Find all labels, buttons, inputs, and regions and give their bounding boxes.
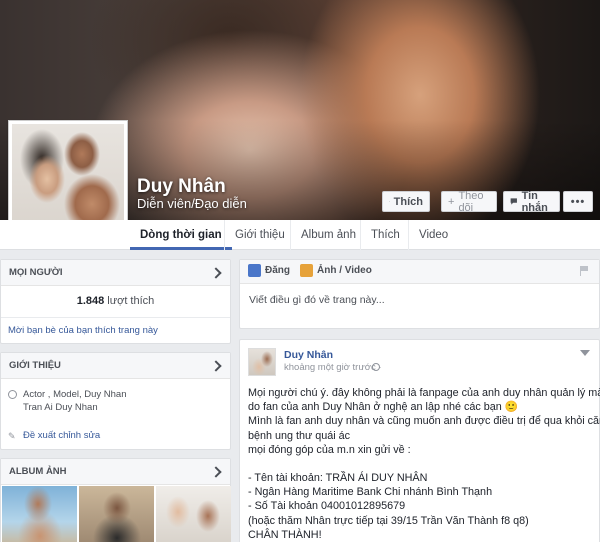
tab-about[interactable]: Giới thiệu	[224, 220, 295, 250]
message-button-label: Tin nhắn	[521, 189, 548, 214]
album-photo[interactable]	[2, 486, 77, 542]
page-title[interactable]: Duy Nhân	[137, 176, 226, 198]
tab-videos[interactable]: Video	[408, 220, 458, 250]
about-line: Tran Ai Duy Nhan	[23, 402, 98, 413]
follow-button[interactable]: + Theo dõi	[441, 189, 497, 214]
post-line: - Tên tài khoản: TRẦN ÁI DUY NHÂN	[248, 472, 428, 485]
invite-friends-link[interactable]: Mời bạn bè của bạn thích trang này	[8, 325, 158, 336]
tab-likes[interactable]: Thích	[360, 220, 410, 250]
composer-tab-photo-label: Ảnh / Video	[317, 265, 372, 276]
divider	[1, 317, 230, 318]
thumbs-up-icon	[389, 201, 390, 202]
post-line: - Ngân Hàng Maritime Bank Chi nhánh Bình…	[248, 486, 493, 499]
page-category: Diễn viên/Đạo diễn	[137, 196, 247, 211]
post-line: CHÂN THÀNH!	[248, 528, 322, 541]
post-line: bệnh ung thư quái ác	[248, 429, 351, 442]
album-photo[interactable]	[79, 486, 154, 542]
post-line: mọi đóng góp của m.n xin gửi về :	[248, 443, 411, 456]
chevron-right-icon	[210, 359, 222, 372]
album-photo[interactable]	[156, 486, 231, 542]
about-card: GIỚI THIỆU Actor , Model, Duy Nhan Tran …	[0, 352, 231, 450]
like-count-label: lượt thích	[107, 295, 155, 307]
post-body: Mọi người chú ý. đây không phải là fanpa…	[248, 386, 600, 542]
suggest-edit-link[interactable]: Đề xuất chỉnh sửa	[23, 430, 100, 441]
album-card-header[interactable]: ALBUM ẢNH	[1, 459, 230, 485]
composer-input[interactable]: Viết điều gì đó về trang này...	[249, 294, 385, 306]
plus-icon: +	[448, 195, 455, 208]
like-button[interactable]: Thích	[382, 191, 430, 212]
info-icon	[8, 390, 17, 399]
like-count-number: 1.848	[76, 295, 105, 307]
message-icon	[510, 198, 517, 205]
chevron-down-icon[interactable]	[580, 350, 590, 356]
album-card-title: ALBUM ẢNH	[9, 466, 67, 477]
tab-timeline[interactable]: Dòng thời gian	[130, 220, 232, 250]
more-options-button[interactable]: •••	[563, 191, 593, 212]
pencil-icon	[248, 264, 261, 277]
chevron-right-icon	[210, 465, 222, 478]
avatar[interactable]	[248, 348, 276, 376]
post-author[interactable]: Duy Nhân	[284, 349, 333, 361]
timeline-post: Duy Nhân khoảng một giờ trước · Mọi ngườ…	[239, 339, 600, 542]
composer-tabs: Đăng Ảnh / Video	[240, 260, 599, 284]
about-card-title: GIỚI THIỆU	[9, 360, 61, 371]
photo-album-card: ALBUM ẢNH	[0, 458, 231, 542]
message-button[interactable]: Tin nhắn	[503, 189, 560, 214]
photo-icon	[300, 264, 313, 277]
composer-tab-photo[interactable]: Ảnh / Video	[300, 264, 372, 277]
post-composer: Đăng Ảnh / Video Viết điều gì đó về tran…	[239, 259, 600, 329]
like-count: 1.848 lượt thích	[1, 295, 230, 307]
post-line: Mình là fan anh duy nhân và cũng muốn an…	[248, 415, 600, 428]
post-line: (hoặc thăm Nhân trực tiếp tại 39/15 Trần…	[248, 514, 529, 527]
pencil-icon: ✎	[8, 431, 16, 441]
tab-photos[interactable]: Album ảnh	[290, 220, 366, 250]
globe-icon	[372, 363, 380, 371]
like-button-label: Thích	[393, 195, 423, 208]
about-description: Actor , Model, Duy Nhan Tran Ai Duy Nhan	[23, 388, 127, 414]
flag-icon[interactable]	[580, 266, 589, 276]
page-tab-bar: Dòng thời gian Giới thiệu Album ảnh Thíc…	[0, 220, 600, 250]
post-line: Mọi người chú ý. đây không phải là fanpa…	[248, 387, 600, 399]
composer-tab-post-label: Đăng	[265, 265, 290, 276]
people-card-header[interactable]: MỌI NGƯỜI	[1, 260, 230, 286]
post-line: - Số Tài khoản 04001012895679	[248, 500, 406, 513]
people-card: MỌI NGƯỜI 1.848 lượt thích Mời bạn bè củ…	[0, 259, 231, 344]
about-card-header[interactable]: GIỚI THIỆU	[1, 353, 230, 379]
about-line: Actor , Model, Duy Nhan	[23, 389, 127, 400]
composer-tab-post[interactable]: Đăng	[248, 264, 290, 277]
post-line	[248, 457, 594, 471]
post-line: do fan của anh Duy Nhân ở nghệ an lập nh…	[248, 401, 519, 414]
chevron-right-icon	[210, 266, 222, 279]
people-card-title: MỌI NGƯỜI	[9, 267, 63, 278]
post-timestamp[interactable]: khoảng một giờ trước ·	[284, 362, 382, 373]
follow-button-label: Theo dõi	[458, 189, 484, 214]
